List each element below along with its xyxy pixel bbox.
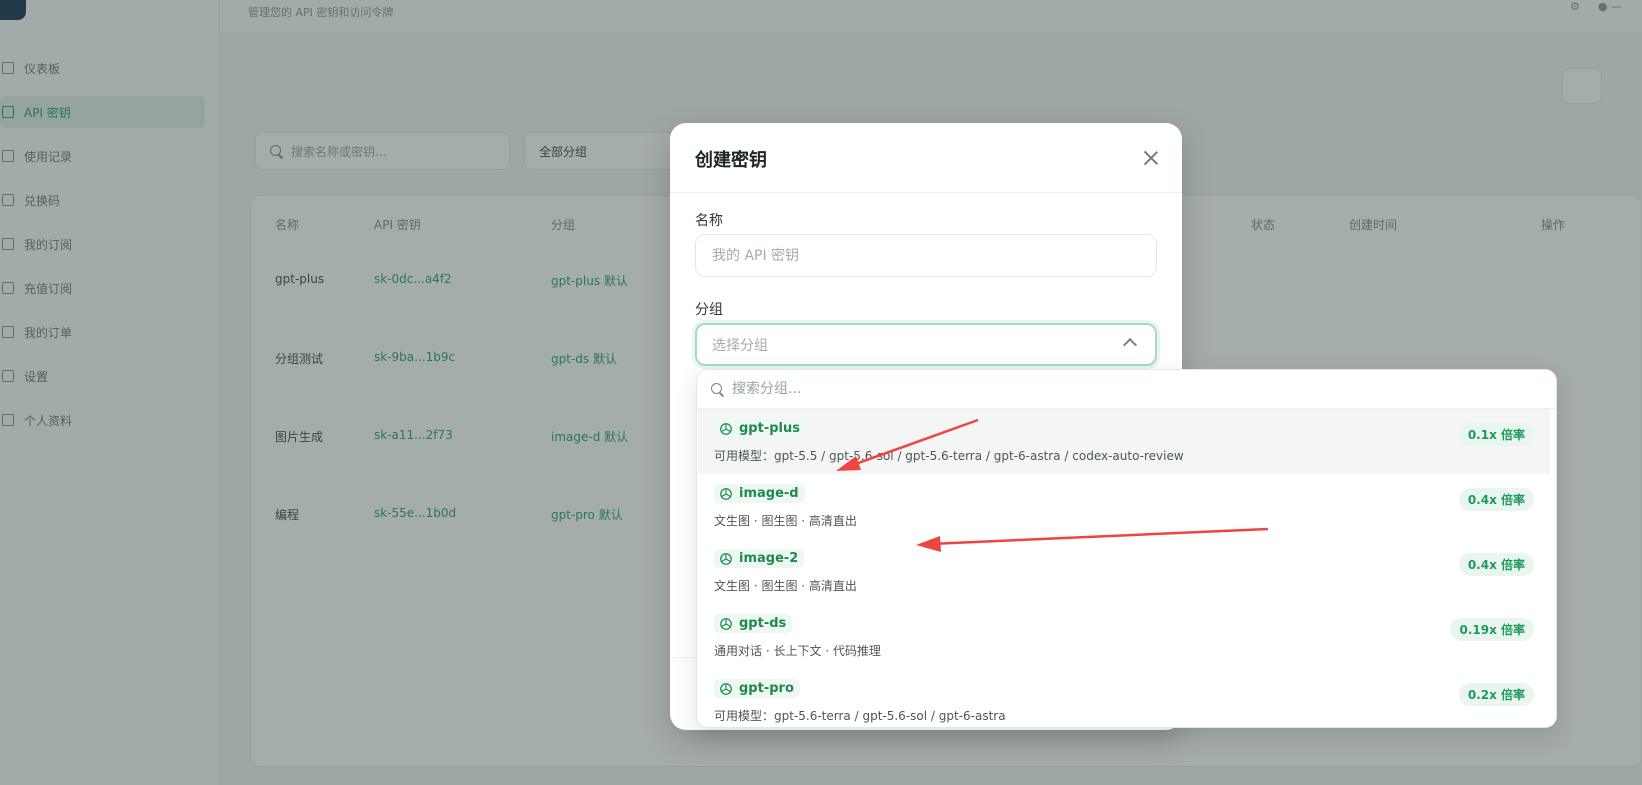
openai-icon — [720, 682, 732, 695]
group-search-input[interactable] — [732, 381, 1512, 397]
openai-icon — [720, 487, 732, 500]
group-option-name: image-d — [739, 486, 799, 501]
group-option-desc: 文生图 · 图生图 · 高清直出 — [714, 514, 857, 528]
modal-header: 创建密钥 — [670, 123, 1182, 193]
group-option[interactable]: image-2 文生图 · 图生图 · 高清直出 0.4x 倍率 — [698, 539, 1550, 604]
group-select[interactable]: 选择分组 — [695, 323, 1157, 366]
close-icon[interactable] — [1142, 149, 1160, 167]
name-label: 名称 — [695, 213, 723, 229]
group-search — [697, 370, 1556, 409]
group-select-placeholder: 选择分组 — [712, 337, 768, 354]
group-option-name: image-2 — [739, 551, 799, 566]
openai-icon — [720, 422, 732, 435]
openai-icon — [720, 552, 732, 565]
group-option-desc: 通用对话 · 长上下文 · 代码推理 — [714, 644, 881, 658]
group-tag: image-d — [714, 484, 805, 503]
group-option[interactable]: gpt-ds 通用对话 · 长上下文 · 代码推理 0.19x 倍率 — [698, 604, 1550, 669]
rate-badge: 0.4x 倍率 — [1458, 488, 1534, 511]
group-tag: gpt-ds — [714, 614, 793, 633]
modal-title: 创建密钥 — [695, 150, 767, 171]
rate-badge: 0.4x 倍率 — [1458, 553, 1534, 576]
rate-badge: 0.1x 倍率 — [1458, 423, 1534, 446]
group-option-name: gpt-pro — [739, 681, 794, 696]
group-tag: gpt-plus — [714, 419, 806, 438]
group-option-desc: 文生图 · 图生图 · 高清直出 — [714, 579, 857, 593]
rate-badge: 0.19x 倍率 — [1450, 618, 1534, 641]
group-option-desc: 可用模型：gpt-5.6-terra / gpt-5.6-sol / gpt-6… — [714, 709, 1006, 723]
rate-badge: 0.2x 倍率 — [1458, 683, 1534, 706]
group-tag: image-2 — [714, 549, 805, 568]
openai-icon — [720, 617, 732, 630]
search-icon — [711, 382, 724, 396]
group-label: 分组 — [695, 302, 723, 318]
group-option-name: gpt-plus — [739, 421, 800, 436]
group-tag: gpt-pro — [714, 679, 800, 698]
group-option[interactable]: gpt-plus 可用模型：gpt-5.5 / gpt-5.6-sol / gpt… — [698, 409, 1550, 474]
chevron-up-icon — [1122, 337, 1138, 353]
group-option[interactable]: gpt-pro 可用模型：gpt-5.6-terra / gpt-5.6-sol … — [698, 669, 1550, 727]
group-option-name: gpt-ds — [739, 616, 787, 631]
group-option-desc: 可用模型：gpt-5.5 / gpt-5.6-sol / gpt-5.6-ter… — [714, 449, 1184, 463]
name-input[interactable] — [695, 234, 1157, 277]
group-dropdown: gpt-plus 可用模型：gpt-5.5 / gpt-5.6-sol / gpt… — [696, 369, 1557, 728]
group-option[interactable]: image-d 文生图 · 图生图 · 高清直出 0.4x 倍率 — [698, 474, 1550, 539]
